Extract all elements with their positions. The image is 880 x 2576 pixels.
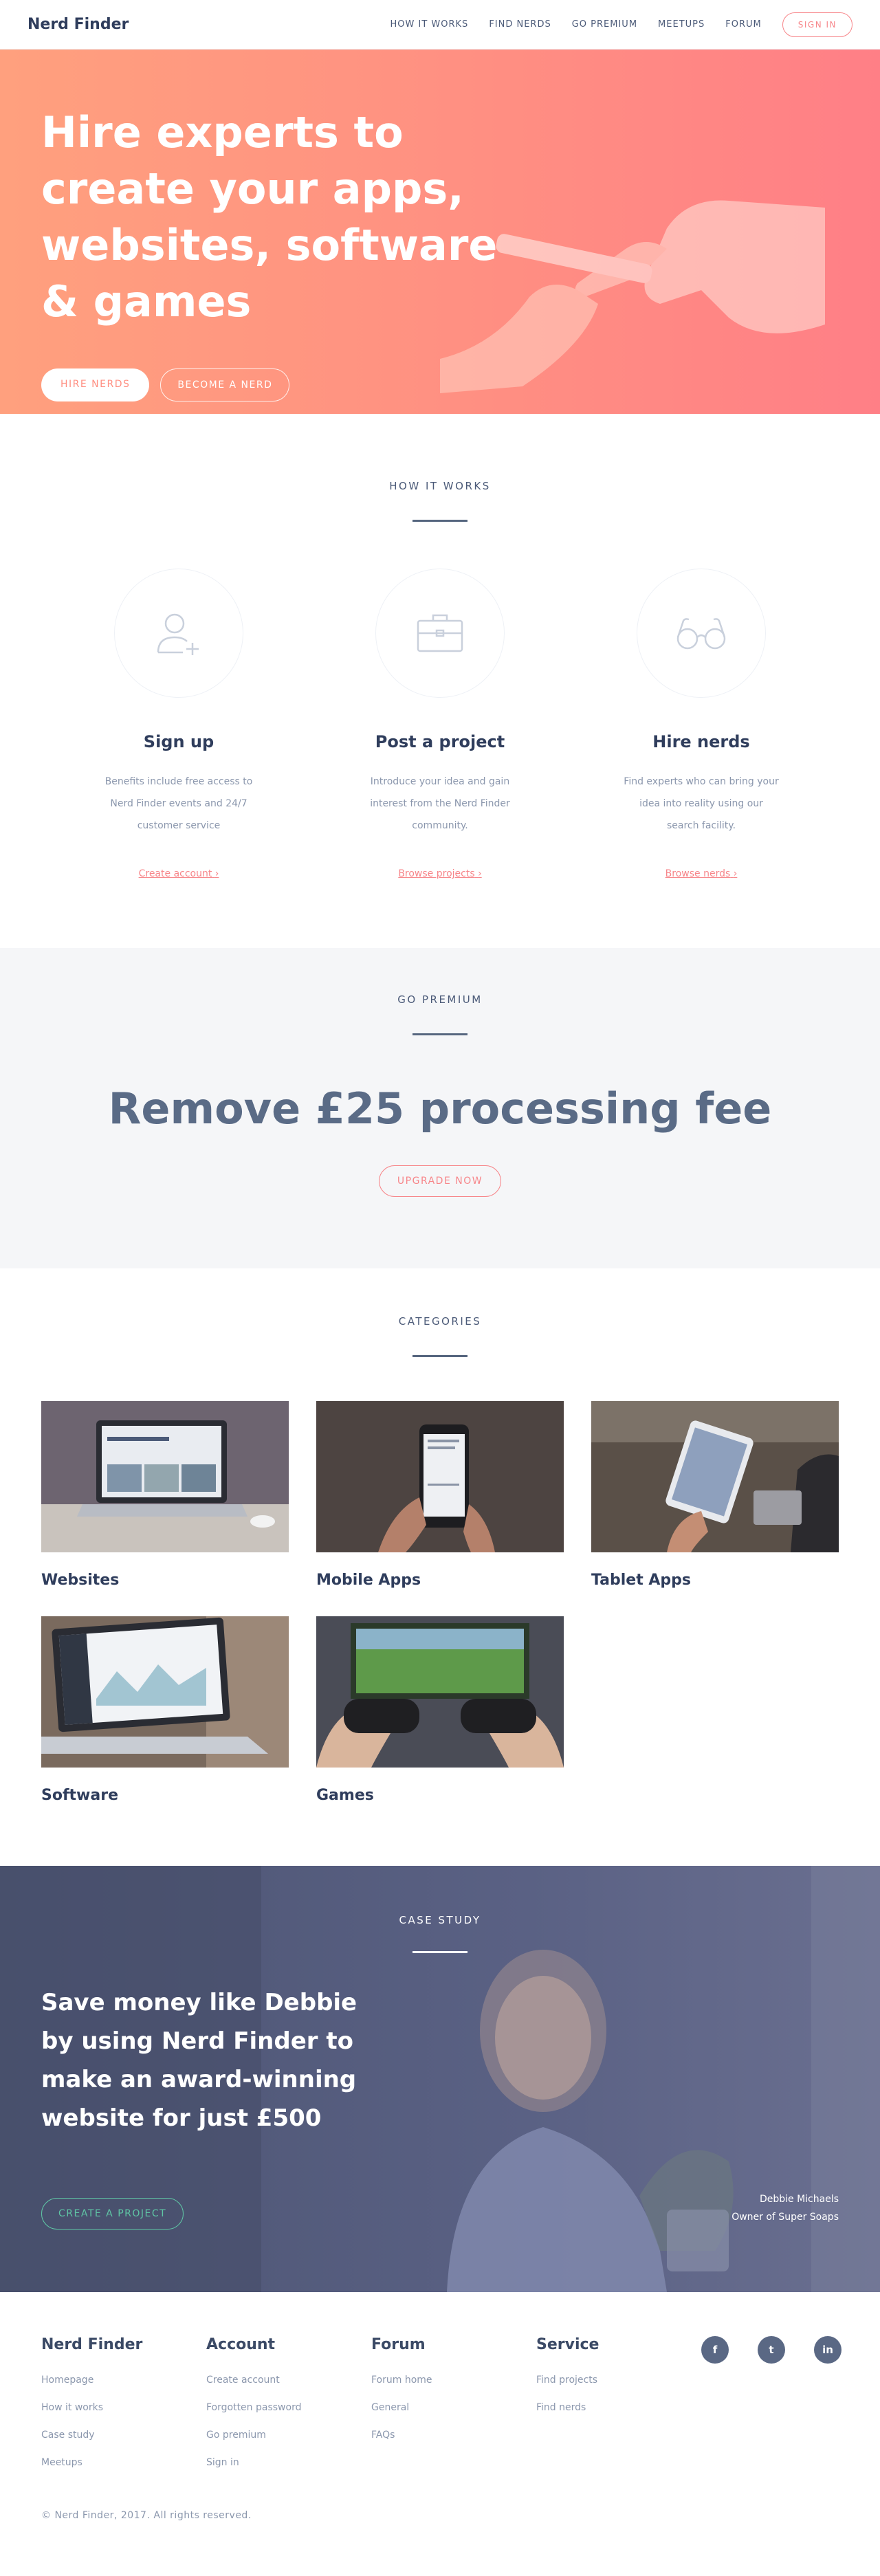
social-links: f t in [701,2336,842,2469]
laptop-image [41,1401,289,1552]
footer-col-forum: Forum Forum home General FAQs [371,2336,536,2469]
step-text: Benefits include free access to Nerd Fin… [104,776,253,831]
footer-heading: Nerd Finder [41,2336,143,2353]
footer-link-forum-home[interactable]: Forum home [371,2374,536,2386]
briefcase-icon [375,569,505,698]
categories-section: CATEGORIES Websites Mobile Apps Tablet A… [0,1268,880,1866]
step-hire-nerds: Hire nerds Find experts who can bring yo… [578,569,825,879]
link-label: Browse nerds [665,868,731,879]
footer-link-find-nerds[interactable]: Find nerds [536,2401,701,2414]
category-title: Tablet Apps [591,1572,692,1589]
facebook-icon[interactable]: f [701,2336,729,2364]
divider [412,1951,468,1953]
hero-title: Hire experts to create your apps, websit… [41,107,498,327]
link-label: Create account [138,868,212,879]
divider [412,520,468,522]
nav-links: HOW IT WORKS FIND NERDS GO PREMIUM MEETU… [390,12,852,37]
footer-link-sign-in[interactable]: Sign in [206,2456,371,2469]
case-study-section: CASE STUDY Save money like Debbie by usi… [0,1866,880,2292]
step-title: Post a project [375,732,505,751]
footer-link-case-study[interactable]: Case study [41,2429,206,2441]
browse-nerds-link[interactable]: Browse nerds › [666,868,738,879]
upgrade-now-button[interactable]: UPGRADE NOW [378,1165,502,1197]
game-controllers-image [316,1616,564,1768]
step-text: Introduce your idea and gain interest fr… [370,776,510,831]
section-label: GO PREMIUM [397,993,483,1006]
footer-link-forgotten-password[interactable]: Forgotten password [206,2401,371,2414]
chevron-right-icon: › [214,868,219,879]
create-account-link[interactable]: Create account › [139,868,219,879]
nav-find-nerds[interactable]: FIND NERDS [489,19,551,30]
top-nav: Nerd Finder HOW IT WORKS FIND NERDS GO P… [0,0,880,49]
copyright: © Nerd Finder, 2017. All rights reserved… [41,2510,252,2521]
footer-heading: Service [536,2336,600,2353]
glasses-icon [637,569,766,698]
hero-buttons: HIRE NERDS BECOME A NERD [41,368,839,401]
step-post-project: Post a project Introduce your idea and g… [316,569,564,879]
linkedin-icon[interactable]: in [814,2336,842,2364]
steps: Sign up Benefits include free access to … [41,569,839,879]
chevron-right-icon: › [733,868,738,879]
create-project-button[interactable]: CREATE A PROJECT [41,2198,184,2230]
hire-nerds-button[interactable]: HIRE NERDS [41,368,150,401]
link-label: Browse projects [398,868,475,879]
section-label: HOW IT WORKS [389,480,491,492]
step-sign-up: Sign up Benefits include free access to … [55,569,302,879]
tablet-image [591,1401,839,1552]
case-study-title: Save money like Debbie by using Nerd Fin… [41,1989,358,2132]
step-title: Sign up [143,732,214,751]
footer-link-create-account[interactable]: Create account [206,2374,371,2386]
phone-in-hand-image [316,1401,564,1552]
category-card-tablet-apps[interactable]: Tablet Apps [591,1401,839,1589]
person-name: Debbie Michaels [759,2194,839,2205]
category-card-websites[interactable]: Websites [41,1401,289,1589]
category-grid: Websites Mobile Apps Tablet Apps Softwar… [41,1401,839,1804]
category-title: Websites [41,1572,120,1589]
footer-col-account: Account Create account Forgotten passwor… [206,2336,371,2469]
footer-heading: Account [206,2336,276,2353]
category-title: Software [41,1787,118,1804]
chevron-right-icon: › [478,868,482,879]
testimonial-attribution: Debbie Michaels Owner of Super Soaps [732,2190,839,2226]
nav-forum[interactable]: FORUM [725,19,761,30]
software-laptop-image [41,1616,289,1768]
add-user-icon [114,569,243,698]
footer-link-go-premium[interactable]: Go premium [206,2429,371,2441]
person-role: Owner of Super Soaps [732,2212,839,2223]
category-title: Mobile Apps [316,1572,421,1589]
nav-meetups[interactable]: MEETUPS [658,19,705,30]
nav-go-premium[interactable]: GO PREMIUM [572,19,637,30]
category-card-mobile-apps[interactable]: Mobile Apps [316,1401,564,1589]
footer-col-nerd-finder: Nerd Finder Homepage How it works Case s… [41,2336,206,2469]
twitter-icon[interactable]: t [758,2336,785,2364]
step-text: Find experts who can bring your idea int… [624,776,779,831]
footer-link-general[interactable]: General [371,2401,536,2414]
browse-projects-link[interactable]: Browse projects › [398,868,481,879]
premium-headline: Remove £25 processing fee [108,1083,772,1134]
footer-link-faqs[interactable]: FAQs [371,2429,536,2441]
footer: Nerd Finder Homepage How it works Case s… [0,2292,880,2542]
footer-col-service: Service Find projects Find nerds [536,2336,701,2469]
footer-link-homepage[interactable]: Homepage [41,2374,206,2386]
category-card-games[interactable]: Games [316,1616,564,1804]
category-title: Games [316,1787,374,1804]
footer-link-meetups[interactable]: Meetups [41,2456,206,2469]
footer-link-find-projects[interactable]: Find projects [536,2374,701,2386]
footer-link-how-it-works[interactable]: How it works [41,2401,206,2414]
how-it-works-section: HOW IT WORKS Sign up Benefits include fr… [0,414,880,948]
footer-columns: Nerd Finder Homepage How it works Case s… [41,2336,842,2469]
sign-in-button[interactable]: SIGN IN [782,12,852,37]
go-premium-section: GO PREMIUM Remove £25 processing fee UPG… [0,948,880,1268]
category-card-software[interactable]: Software [41,1616,289,1804]
nav-how-it-works[interactable]: HOW IT WORKS [390,19,469,30]
footer-heading: Forum [371,2336,426,2353]
divider [412,1033,468,1035]
section-label: CASE STUDY [399,1914,481,1926]
become-a-nerd-button[interactable]: BECOME A NERD [160,368,290,401]
step-title: Hire nerds [652,732,750,751]
hero: Hire experts to create your apps, websit… [0,49,880,414]
section-label: CATEGORIES [398,1315,482,1328]
divider [412,1355,468,1357]
logo[interactable]: Nerd Finder [28,16,129,33]
